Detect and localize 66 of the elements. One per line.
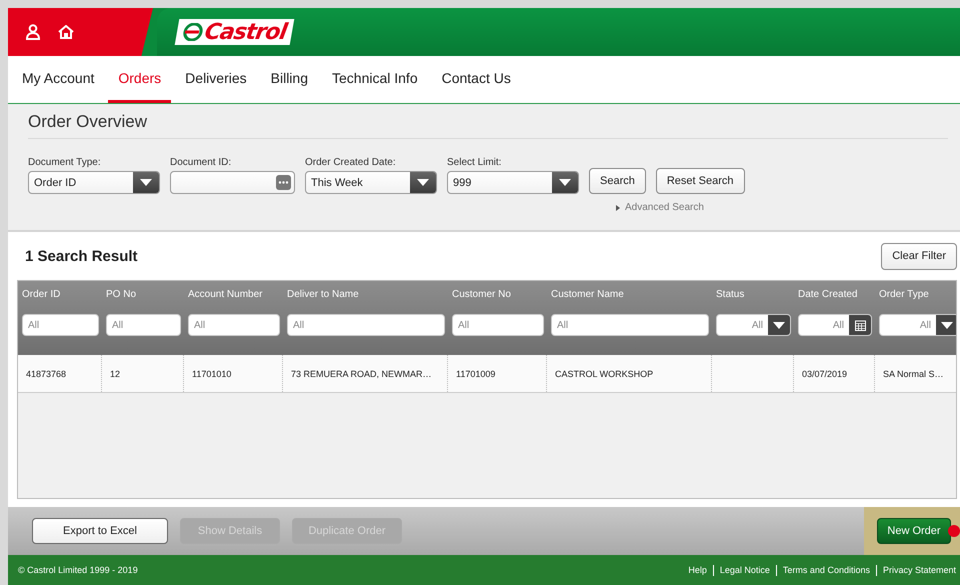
nav-tab[interactable]: Contact Us — [432, 56, 521, 103]
footer-link[interactable]: Privacy Statement — [882, 565, 956, 575]
filter-dropdown[interactable]: All — [716, 314, 791, 336]
section-title: Order Overview — [28, 112, 948, 139]
table-cell: CASTROL WORKSHOP — [555, 368, 654, 378]
calendar-icon[interactable] — [854, 320, 866, 330]
more-icon[interactable] — [276, 175, 291, 190]
table-cell: SA Normal S… — [883, 368, 944, 378]
filter-field[interactable]: All — [106, 314, 181, 336]
table-cell: 11701010 — [192, 368, 232, 378]
column-header: Order ID — [22, 289, 62, 300]
field-label: Document Type: — [28, 157, 102, 168]
search-button[interactable]: Search — [589, 168, 646, 194]
table-cell: 11701009 — [456, 368, 496, 378]
new-order-button[interactable]: New Order — [877, 518, 951, 544]
nav-tab[interactable]: My Account — [12, 56, 104, 103]
filter-field[interactable]: All — [452, 314, 544, 336]
triangle-icon — [616, 204, 620, 210]
column-header: PO No — [106, 289, 138, 300]
caret-icon — [773, 322, 785, 328]
footer-link[interactable]: Help — [688, 565, 707, 575]
brand-logo[interactable]: Castrol — [174, 19, 294, 45]
table-cell: 73 REMUERA ROAD, NEWMAR… — [291, 368, 432, 378]
filter-field[interactable]: All — [551, 314, 709, 336]
table-cell: 03/07/2019 — [802, 368, 848, 378]
column-header: Order Type — [879, 289, 930, 300]
filter-field[interactable]: All — [287, 314, 445, 336]
filter-field[interactable]: All — [188, 314, 280, 336]
field-label: Order Created Date: — [305, 157, 397, 168]
nav-tab[interactable]: Deliveries — [175, 56, 257, 103]
footer-link[interactable]: Legal Notice — [720, 565, 770, 575]
column-header: Customer Name — [551, 289, 625, 300]
caret-icon — [559, 179, 571, 186]
advanced-search-link[interactable]: Advanced Search — [625, 202, 704, 213]
table-row[interactable]: 41873768 12 11701010 73 REMUERA ROAD, NEWMAR… 11701009 CASTROL WORKSHOP 03/07/2019 SA Normal S… — [18, 355, 956, 393]
date-filter-field[interactable]: All — [798, 314, 872, 336]
user-icon[interactable] — [26, 24, 40, 40]
filter-field[interactable]: All — [22, 314, 99, 336]
caret-icon — [941, 322, 953, 328]
dropdown-field[interactable]: 999 — [447, 171, 579, 194]
nav-tab[interactable]: Technical Info — [322, 56, 428, 103]
field-label: Select Limit: — [447, 157, 502, 168]
nav-tab[interactable]: Billing — [260, 56, 318, 103]
column-header: Status — [716, 289, 746, 300]
results-title: 1 Search Result — [25, 248, 138, 264]
caret-icon — [140, 179, 152, 186]
table-cell: 41873768 — [26, 368, 66, 378]
home-icon[interactable] — [58, 25, 74, 39]
dropdown-field[interactable]: Order ID — [28, 171, 160, 194]
filter-dropdown[interactable]: All — [879, 314, 956, 336]
clear-filter-button[interactable]: Clear Filter — [881, 242, 957, 270]
column-header: Customer No — [452, 289, 512, 300]
column-header: Deliver to Name — [287, 289, 360, 300]
table-cell: 12 — [110, 368, 120, 378]
logo-emblem-icon — [181, 23, 205, 41]
action-button[interactable]: Export to Excel — [32, 518, 168, 544]
column-header: Account Number — [188, 289, 264, 300]
field-label: Document ID: — [170, 157, 232, 168]
indicator-dot — [948, 525, 960, 537]
column-header: Date Created — [798, 289, 858, 300]
caret-icon — [417, 179, 429, 186]
input-field[interactable] — [170, 171, 295, 194]
reset-button[interactable]: Reset Search — [656, 168, 745, 194]
footer-link[interactable]: Terms and Conditions — [782, 565, 870, 575]
copyright-text: © Castrol Limited 1999 - 2019 — [18, 565, 138, 575]
dropdown-field[interactable]: This Week — [305, 171, 437, 194]
